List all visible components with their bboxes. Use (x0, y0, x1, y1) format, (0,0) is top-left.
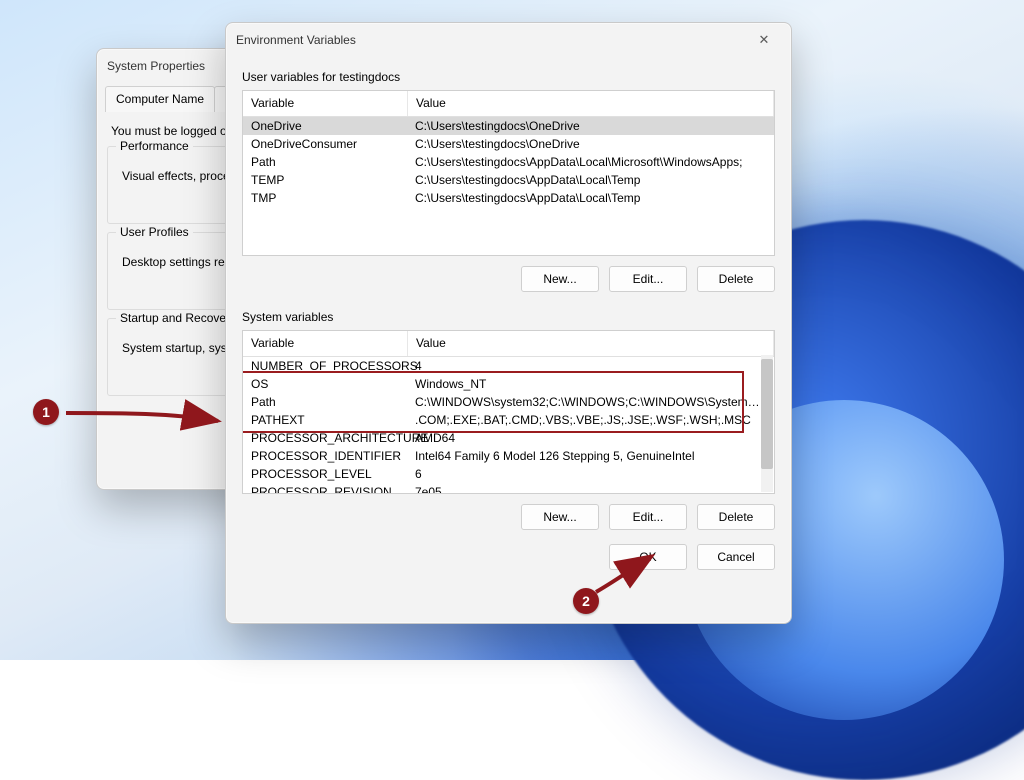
group-startup-legend: Startup and Recovery (116, 311, 240, 325)
cell-variable: Path (243, 153, 407, 171)
user-vars-list[interactable]: Variable Value OneDriveC:\Users\testingd… (242, 90, 775, 256)
sys-delete-button[interactable]: Delete (697, 504, 775, 530)
cell-value: .COM;.EXE;.BAT;.CMD;.VBS;.VBE;.JS;.JSE;.… (407, 411, 774, 429)
user-new-button[interactable]: New... (521, 266, 599, 292)
cell-variable: PATHEXT (243, 411, 407, 429)
user-vars-label: User variables for testingdocs (242, 70, 775, 84)
cell-variable: TMP (243, 189, 407, 207)
sys-scrollbar-thumb[interactable] (761, 359, 773, 469)
cell-variable: TEMP (243, 171, 407, 189)
cell-value: C:\Users\testingdocs\AppData\Local\Temp (407, 189, 774, 207)
cell-variable: OS (243, 375, 407, 393)
sys-vars-buttons: New... Edit... Delete (242, 504, 775, 530)
cell-value: C:\Users\testingdocs\AppData\Local\Temp (407, 171, 774, 189)
cell-value: 6 (407, 465, 774, 483)
user-delete-button[interactable]: Delete (697, 266, 775, 292)
sys-edit-button[interactable]: Edit... (609, 504, 687, 530)
sys-new-button[interactable]: New... (521, 504, 599, 530)
cell-variable: Path (243, 393, 407, 411)
col-variable[interactable]: Variable (243, 331, 408, 356)
cell-variable: NUMBER_OF_PROCESSORS (243, 357, 407, 375)
user-vars-buttons: New... Edit... Delete (242, 266, 775, 292)
cell-value: 7e05 (407, 483, 774, 494)
tab-computer-name[interactable]: Computer Name (105, 86, 215, 112)
col-value[interactable]: Value (408, 91, 774, 116)
cell-variable: PROCESSOR_LEVEL (243, 465, 407, 483)
table-row[interactable]: PathC:\Users\testingdocs\AppData\Local\M… (243, 153, 774, 171)
annotation-badge-1: 1 (33, 399, 59, 425)
ok-button[interactable]: OK (609, 544, 687, 570)
user-vars-header: Variable Value (243, 91, 774, 117)
table-row[interactable]: PATHEXT.COM;.EXE;.BAT;.CMD;.VBS;.VBE;.JS… (243, 411, 774, 429)
cell-variable: PROCESSOR_ARCHITECTURE (243, 429, 407, 447)
dialog-footer-buttons: OK Cancel (242, 544, 775, 570)
sys-vars-header: Variable Value (243, 331, 774, 357)
col-variable[interactable]: Variable (243, 91, 408, 116)
sys-vars-label: System variables (242, 310, 775, 324)
user-edit-button[interactable]: Edit... (609, 266, 687, 292)
cell-variable: PROCESSOR_IDENTIFIER (243, 447, 407, 465)
sysprops-title: System Properties (107, 59, 205, 73)
table-row[interactable]: PathC:\WINDOWS\system32;C:\WINDOWS;C:\WI… (243, 393, 774, 411)
table-row[interactable]: PROCESSOR_IDENTIFIERIntel64 Family 6 Mod… (243, 447, 774, 465)
cell-value: 4 (407, 357, 774, 375)
table-row[interactable]: OSWindows_NT (243, 375, 774, 393)
cell-value: AMD64 (407, 429, 774, 447)
cancel-button[interactable]: Cancel (697, 544, 775, 570)
cell-value: Intel64 Family 6 Model 126 Stepping 5, G… (407, 447, 774, 465)
annotation-badge-2: 2 (573, 588, 599, 614)
table-row[interactable]: OneDriveConsumerC:\Users\testingdocs\One… (243, 135, 774, 153)
table-row[interactable]: PROCESSOR_ARCHITECTUREAMD64 (243, 429, 774, 447)
table-row[interactable]: TMPC:\Users\testingdocs\AppData\Local\Te… (243, 189, 774, 207)
table-row[interactable]: PROCESSOR_REVISION7e05 (243, 483, 774, 494)
sys-vars-list[interactable]: Variable Value NUMBER_OF_PROCESSORS4OSWi… (242, 330, 775, 494)
group-performance-legend: Performance (116, 139, 193, 153)
close-icon[interactable]: ✕ (747, 32, 781, 48)
col-value[interactable]: Value (408, 331, 774, 356)
table-row[interactable]: NUMBER_OF_PROCESSORS4 (243, 357, 774, 375)
cell-variable: OneDriveConsumer (243, 135, 407, 153)
table-row[interactable]: PROCESSOR_LEVEL6 (243, 465, 774, 483)
cell-value: Windows_NT (407, 375, 774, 393)
env-title: Environment Variables (236, 33, 356, 47)
cell-variable: PROCESSOR_REVISION (243, 483, 407, 494)
cell-value: C:\WINDOWS\system32;C:\WINDOWS;C:\WINDOW… (407, 393, 774, 411)
group-user-profiles-legend: User Profiles (116, 225, 193, 239)
cell-value: C:\Users\testingdocs\OneDrive (407, 117, 774, 135)
table-row[interactable]: OneDriveC:\Users\testingdocs\OneDrive (243, 117, 774, 135)
environment-variables-window: Environment Variables ✕ User variables f… (225, 22, 792, 624)
env-titlebar[interactable]: Environment Variables ✕ (226, 23, 791, 56)
cell-value: C:\Users\testingdocs\AppData\Local\Micro… (407, 153, 774, 171)
cell-variable: OneDrive (243, 117, 407, 135)
table-row[interactable]: TEMPC:\Users\testingdocs\AppData\Local\T… (243, 171, 774, 189)
cell-value: C:\Users\testingdocs\OneDrive (407, 135, 774, 153)
